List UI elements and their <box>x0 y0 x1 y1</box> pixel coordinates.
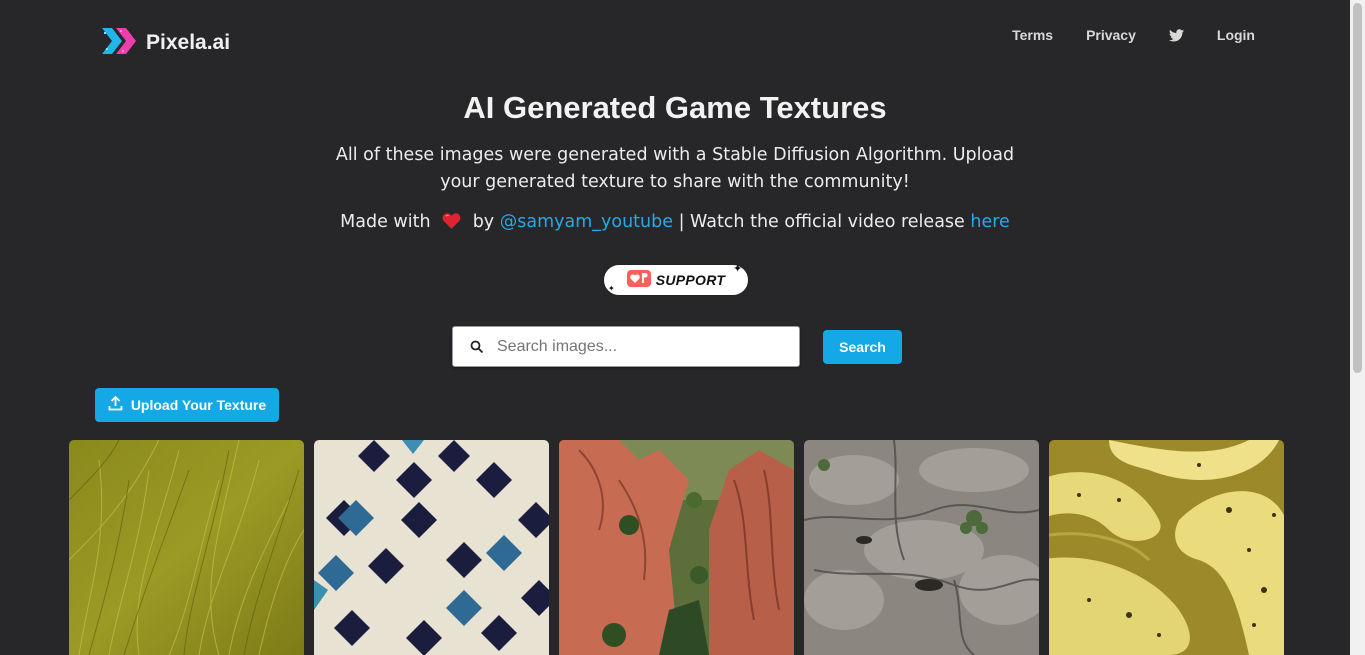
hero-description: All of these images were generated with … <box>335 145 1015 192</box>
terms-link[interactable]: Terms <box>1012 27 1053 43</box>
video-here-link[interactable]: here <box>970 212 1009 232</box>
upload-label: Upload Your Texture <box>130 397 267 413</box>
brand-name: Pixela.ai <box>146 31 231 54</box>
nav-links: Terms Privacy Login <box>979 27 1255 43</box>
privacy-link[interactable]: Privacy <box>1086 27 1136 43</box>
gallery-item-diamond-tiles-texture[interactable] <box>314 440 549 655</box>
page-title: AI Generated Game Textures <box>463 90 887 125</box>
gallery-item-grass-texture[interactable] <box>69 440 304 655</box>
made-with-text: Made with <box>340 212 431 232</box>
page-scrollbar[interactable] <box>1350 0 1365 655</box>
gallery-item-red-rock-canyon-texture[interactable] <box>559 440 794 655</box>
twitter-link[interactable] <box>1168 28 1184 42</box>
support-button-wrap: SUPPORT ✦ ✦ <box>603 262 749 296</box>
upload-icon <box>108 395 123 414</box>
scrollbar-thumb[interactable] <box>1353 3 1362 373</box>
ko-fi-heart-icon <box>626 269 651 291</box>
by-text: by <box>472 212 495 232</box>
gallery-item-rock-cliff-texture[interactable] <box>804 440 1039 655</box>
made-with-line: Made with by @samyam_youtube | Watch the… <box>0 212 1350 234</box>
upload-texture-button[interactable]: Upload Your Texture <box>95 388 279 422</box>
support-button[interactable]: SUPPORT <box>603 264 749 296</box>
search-icon <box>470 339 484 358</box>
pixela-logo-icon <box>100 24 140 62</box>
logo[interactable]: Pixela.ai <box>100 24 230 62</box>
sparkle-icon: ✦ <box>608 284 615 293</box>
gallery-item-banana-texture[interactable] <box>1049 440 1284 655</box>
hero-section: AI Generated Game Textures All of these … <box>0 90 1350 234</box>
support-label: SUPPORT <box>655 272 726 288</box>
texture-gallery <box>69 440 1284 655</box>
heart-icon <box>442 212 461 234</box>
search-button[interactable]: Search <box>823 330 902 364</box>
top-nav: Pixela.ai Terms Privacy Login <box>0 0 1350 80</box>
sparkle-icon: ✦ <box>733 262 743 275</box>
login-link[interactable]: Login <box>1217 27 1255 43</box>
watch-text: | Watch the official video release <box>678 212 965 232</box>
search-input[interactable] <box>497 327 787 366</box>
search-box <box>452 326 800 367</box>
twitter-icon <box>1168 28 1184 41</box>
author-link[interactable]: @samyam_youtube <box>500 212 673 232</box>
